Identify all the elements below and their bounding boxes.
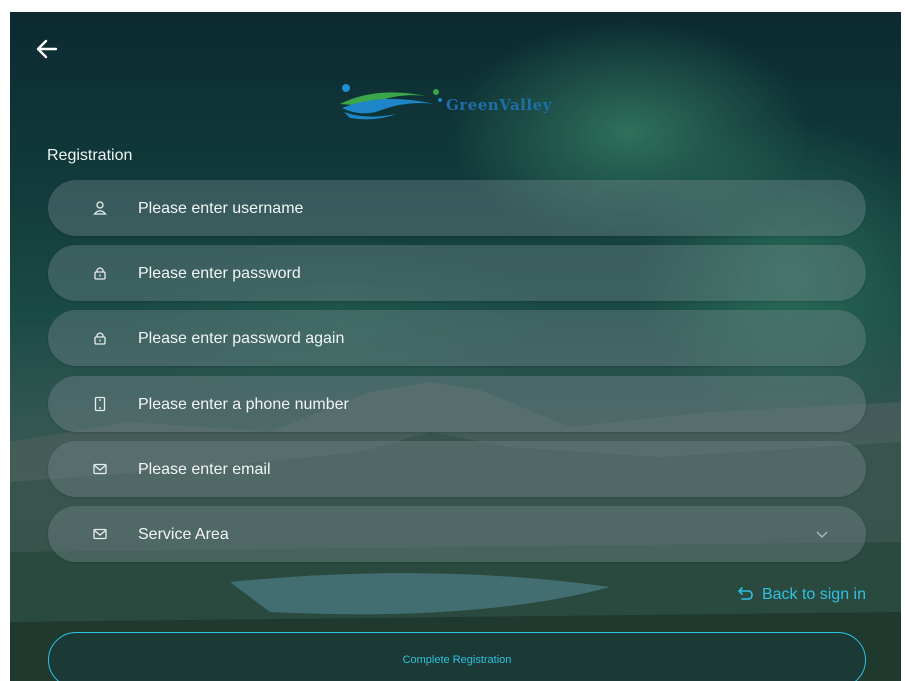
lock-icon xyxy=(94,332,106,345)
return-icon xyxy=(738,587,753,600)
brand-name: GreenValley xyxy=(446,96,552,114)
confirm-password-input[interactable] xyxy=(136,310,820,368)
email-input[interactable] xyxy=(136,441,820,499)
mail-icon xyxy=(93,463,107,475)
phone-input[interactable] xyxy=(136,376,820,434)
user-icon xyxy=(93,201,107,215)
mail-icon xyxy=(93,528,107,540)
logo-mark-icon xyxy=(340,84,442,120)
password-input[interactable] xyxy=(136,245,820,303)
confirm-password-field[interactable] xyxy=(48,310,866,368)
page-title: Registration xyxy=(47,147,133,164)
back-to-signin-link[interactable]: Back to sign in xyxy=(738,586,866,604)
service-area-select[interactable] xyxy=(48,506,866,564)
registration-screen: GreenValley Registration Please enter us… xyxy=(10,12,901,681)
phone-field[interactable] xyxy=(48,376,866,434)
phone-icon xyxy=(94,396,106,412)
username-field[interactable] xyxy=(48,180,866,238)
email-field[interactable] xyxy=(48,441,866,499)
arrow-left-icon xyxy=(36,39,58,59)
chevron-down-icon[interactable] xyxy=(814,526,830,542)
back-button[interactable] xyxy=(34,36,60,62)
username-input[interactable] xyxy=(136,180,820,238)
lock-icon xyxy=(94,267,106,280)
back-to-signin-label: Back to sign in xyxy=(761,586,866,603)
complete-registration-label: Complete Registration xyxy=(402,654,512,666)
password-field[interactable] xyxy=(48,245,866,303)
service-area-input[interactable] xyxy=(136,506,820,564)
complete-registration-button[interactable]: Complete Registration xyxy=(48,632,866,681)
brand-logo: GreenValley xyxy=(336,82,596,124)
